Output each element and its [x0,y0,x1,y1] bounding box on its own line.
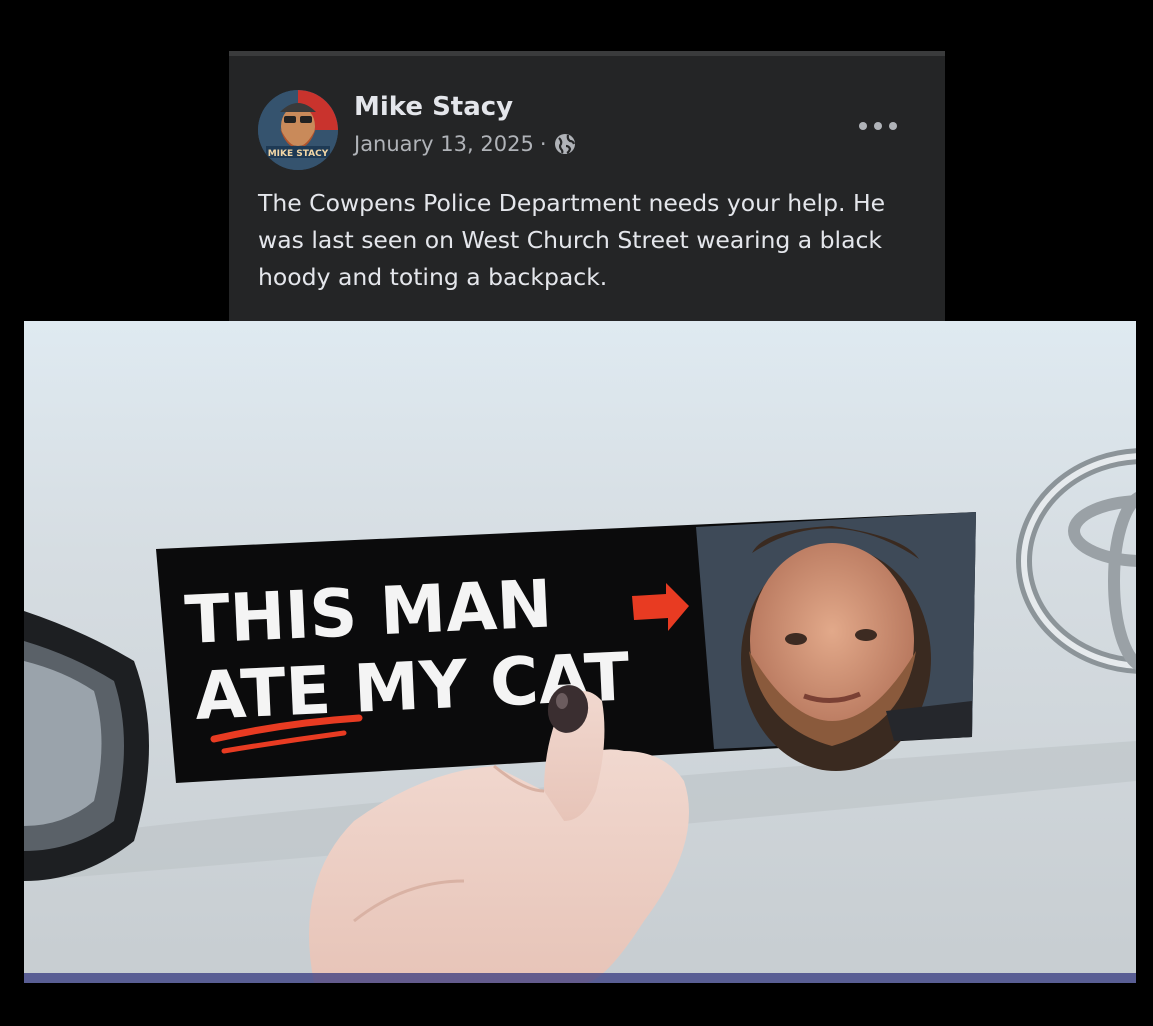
author-name[interactable]: Mike Stacy [354,92,513,122]
post-date[interactable]: January 13, 2025 [354,132,534,156]
more-options-icon[interactable] [859,116,897,136]
avatar-text: MIKE STACY [268,149,329,159]
avatar[interactable]: MIKE STACY [258,90,338,170]
avatar-image: MIKE STACY [258,90,338,170]
post-text: The Cowpens Police Department needs your… [258,189,886,291]
post-photo[interactable]: THIS MAN ATE MY CAT [24,321,1136,983]
bumper-sticker-photo: THIS MAN ATE MY CAT [24,321,1136,983]
post-meta: January 13, 2025 · [354,132,577,156]
post-card: MIKE STACY Mike Stacy January 13, 2025 ·… [229,51,945,323]
globe-icon [553,132,577,156]
meta-separator: · [539,132,547,156]
